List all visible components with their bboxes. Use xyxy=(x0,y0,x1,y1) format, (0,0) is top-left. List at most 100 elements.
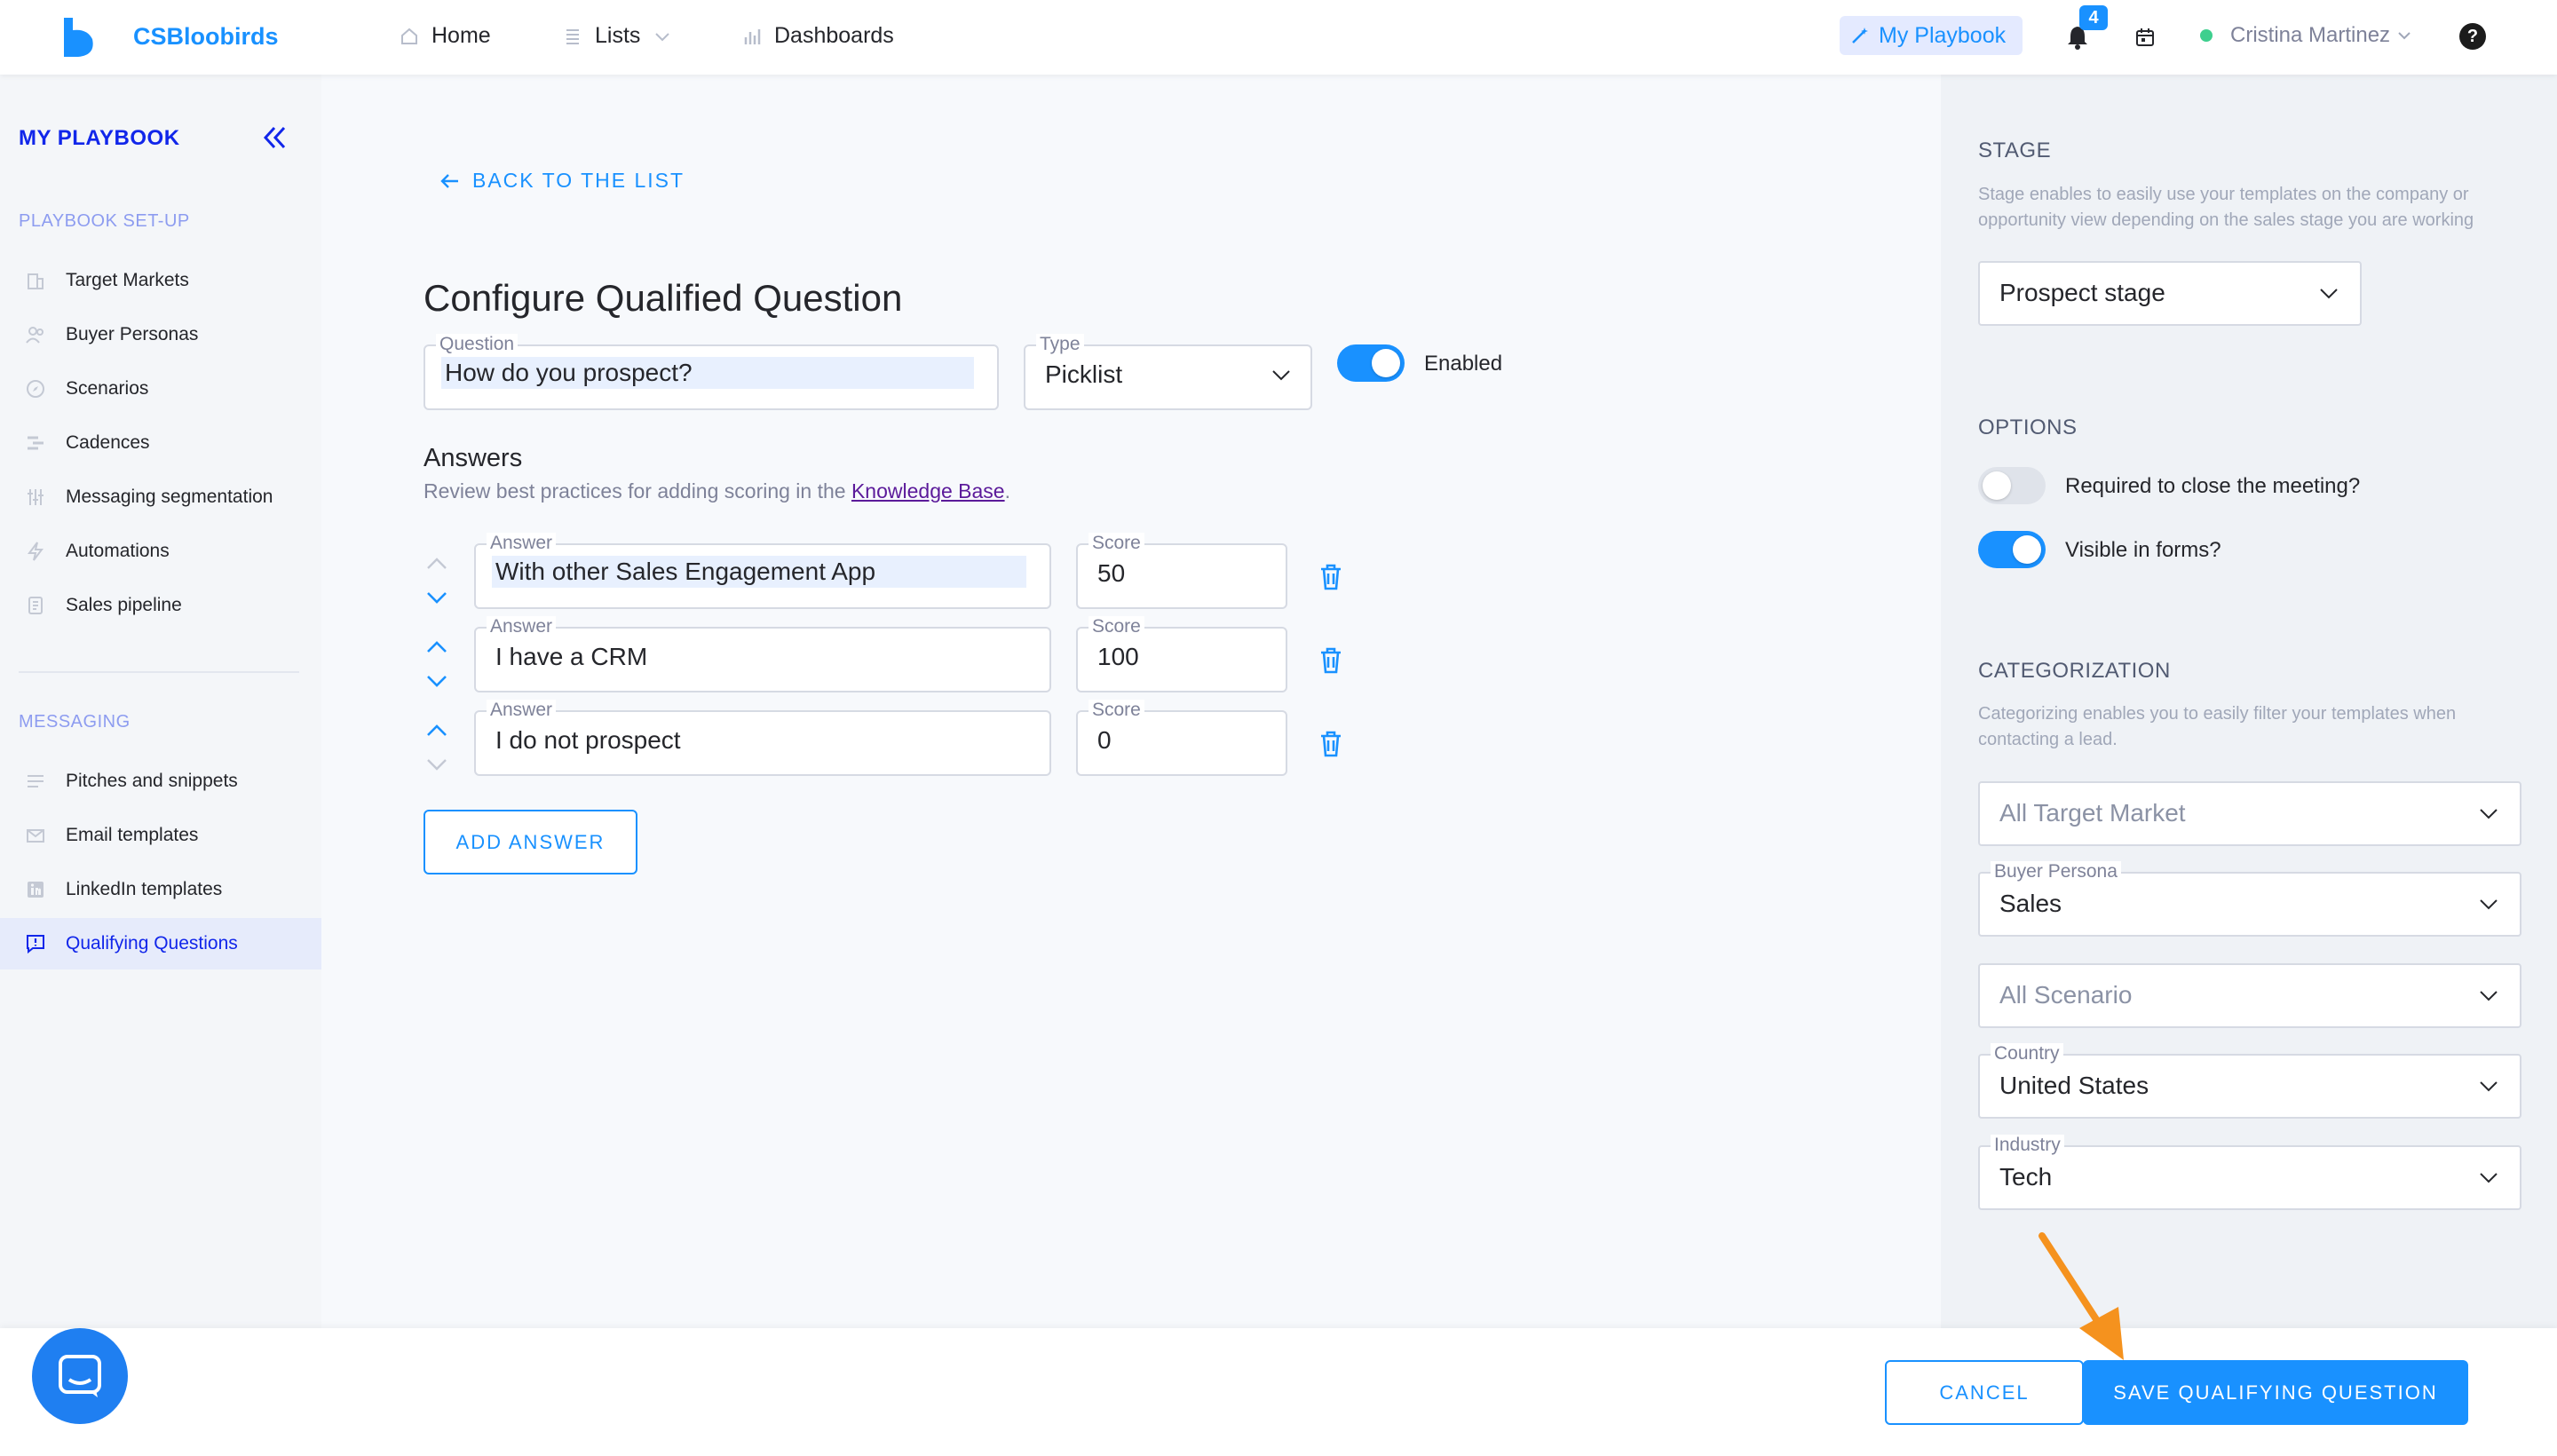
sidebar-item-cadences[interactable]: Cadences xyxy=(0,417,321,469)
score-label: Score xyxy=(1089,616,1144,637)
nav-lists[interactable]: Lists xyxy=(563,23,672,49)
score-input[interactable]: Score 50 xyxy=(1076,533,1287,609)
country-select[interactable]: Country United States xyxy=(1978,1043,2521,1119)
sidebar-item-label: Target Markets xyxy=(66,270,189,290)
trash-icon[interactable] xyxy=(1318,646,1343,675)
type-label: Type xyxy=(1036,334,1084,355)
sidebar-item-linkedin-templates[interactable]: LinkedIn templates xyxy=(0,864,321,915)
people-icon xyxy=(25,324,46,345)
answers-heading: Answers xyxy=(424,444,523,472)
move-up-icon[interactable] xyxy=(424,639,449,655)
toggle-knob xyxy=(2013,535,2041,564)
question-label: Question xyxy=(436,334,519,355)
sidebar-item-label: Email templates xyxy=(66,825,199,845)
answer-label: Answer xyxy=(487,533,557,554)
sidebar-item-sales-pipeline[interactable]: Sales pipeline xyxy=(0,580,321,631)
stage-select[interactable]: Prospect stage xyxy=(1978,261,2362,326)
chevron-down-icon xyxy=(2480,899,2498,910)
scenario-select[interactable]: All Scenario xyxy=(1978,963,2521,1028)
sidebar-item-scenarios[interactable]: Scenarios xyxy=(0,363,321,415)
sidebar-section-messaging: MESSAGING xyxy=(19,712,131,732)
chat-launcher-button[interactable] xyxy=(32,1328,128,1424)
calendar-icon xyxy=(2136,28,2154,46)
answer-input[interactable]: Answer With other Sales Engagement App xyxy=(474,533,1051,609)
enabled-toggle[interactable] xyxy=(1337,344,1405,382)
move-up-icon xyxy=(427,558,447,569)
toggle-knob xyxy=(1983,471,2011,500)
sidebar: MY PLAYBOOK PLAYBOOK SET-UP Target Marke… xyxy=(0,75,321,1456)
chevron-down-icon xyxy=(1272,370,1290,381)
nav-lists-label: Lists xyxy=(595,23,641,48)
buyer-persona-select[interactable]: Buyer Persona Sales xyxy=(1978,861,2521,937)
trash-icon[interactable] xyxy=(1318,730,1343,758)
calendar-button[interactable] xyxy=(2129,21,2161,53)
nav-home[interactable]: Home xyxy=(400,23,491,49)
required-toggle[interactable] xyxy=(1978,467,2046,504)
visible-in-forms-toggle[interactable] xyxy=(1978,531,2046,568)
score-input[interactable]: Score 100 xyxy=(1076,616,1287,692)
back-to-list-label: BACK TO THE LIST xyxy=(472,169,685,192)
sidebar-item-label: Automations xyxy=(66,541,170,561)
nav-dashboards[interactable]: Dashboards xyxy=(742,23,894,49)
question-value: How do you prospect? xyxy=(441,357,974,389)
sidebar-item-label: Scenarios xyxy=(66,378,149,399)
move-down-icon[interactable] xyxy=(424,673,449,689)
sidebar-item-label: Cadences xyxy=(66,432,150,453)
answer-input[interactable]: Answer I have a CRM xyxy=(474,616,1051,692)
sidebar-item-label: Messaging segmentation xyxy=(66,487,273,507)
enabled-label: Enabled xyxy=(1424,352,1503,376)
cancel-button[interactable]: CANCEL xyxy=(1885,1360,2084,1425)
options-heading: OPTIONS xyxy=(1978,415,2078,439)
industry-select[interactable]: Industry Tech xyxy=(1978,1135,2521,1210)
pipeline-icon xyxy=(25,595,46,616)
save-qualifying-question-button[interactable]: SAVE QUALIFYING QUESTION xyxy=(2083,1360,2468,1425)
brand-name[interactable]: CSBloobirds xyxy=(133,23,279,51)
bar-chart-icon xyxy=(744,28,761,44)
sidebar-item-buyer-personas[interactable]: Buyer Personas xyxy=(0,309,321,360)
sidebar-item-label: Sales pipeline xyxy=(66,595,182,615)
trash-icon[interactable] xyxy=(1318,563,1343,591)
knowledge-base-link[interactable]: Knowledge Base xyxy=(851,479,1005,502)
sidebar-item-email-templates[interactable]: Email templates xyxy=(0,810,321,861)
building-icon xyxy=(25,270,46,291)
score-input[interactable]: Score 0 xyxy=(1076,700,1287,776)
categorization-heading: CATEGORIZATION xyxy=(1978,659,2171,683)
country-value: United States xyxy=(1999,1072,2149,1099)
move-down-icon[interactable] xyxy=(424,590,449,605)
move-up-icon[interactable] xyxy=(424,723,449,739)
country-label: Country xyxy=(1991,1043,2063,1064)
chevron-down-icon xyxy=(2480,991,2498,1001)
sidebar-item-qualifying-questions[interactable]: Qualifying Questions xyxy=(0,918,321,969)
score-value: 0 xyxy=(1097,726,1112,754)
sidebar-title: MY PLAYBOOK xyxy=(19,126,180,150)
question-input[interactable]: Question How do you prospect? xyxy=(424,334,999,410)
user-name: Cristina Martinez xyxy=(2230,23,2391,47)
sidebar-item-messaging-segmentation[interactable]: Messaging segmentation xyxy=(0,471,321,523)
add-answer-button[interactable]: ADD ANSWER xyxy=(424,810,637,874)
help-icon[interactable]: ? xyxy=(2459,23,2486,50)
score-value: 50 xyxy=(1097,559,1126,587)
linkedin-icon xyxy=(25,879,46,900)
nav-dashboards-label: Dashboards xyxy=(774,23,894,48)
toggle-knob xyxy=(1372,349,1400,377)
sidebar-item-target-markets[interactable]: Target Markets xyxy=(0,255,321,306)
arrow-left-icon xyxy=(440,173,458,188)
buyer-persona-value: Sales xyxy=(1999,890,2062,917)
answer-value: I have a CRM xyxy=(495,643,648,670)
my-playbook-button[interactable]: My Playbook xyxy=(1840,16,2023,55)
cadence-icon xyxy=(25,432,46,454)
type-select[interactable]: Type Picklist xyxy=(1024,334,1312,410)
sidebar-item-pitches-and-snippets[interactable]: Pitches and snippets xyxy=(0,756,321,807)
target-market-select[interactable]: All Target Market xyxy=(1978,781,2521,846)
back-to-list-link[interactable]: BACK TO THE LIST xyxy=(440,169,685,193)
mail-icon xyxy=(25,825,46,846)
sidebar-item-automations[interactable]: Automations xyxy=(0,526,321,577)
chat-icon xyxy=(59,1355,101,1397)
annotation-arrow-icon xyxy=(2038,1232,2124,1360)
answer-input[interactable]: Answer I do not prospect xyxy=(474,700,1051,776)
user-menu[interactable]: Cristina Martinez xyxy=(2200,23,2411,48)
bloobirds-logo-icon[interactable] xyxy=(60,18,96,57)
magic-wand-icon xyxy=(1852,28,1868,44)
collapse-sidebar-icon[interactable] xyxy=(259,123,289,153)
my-playbook-label: My Playbook xyxy=(1879,22,2007,48)
